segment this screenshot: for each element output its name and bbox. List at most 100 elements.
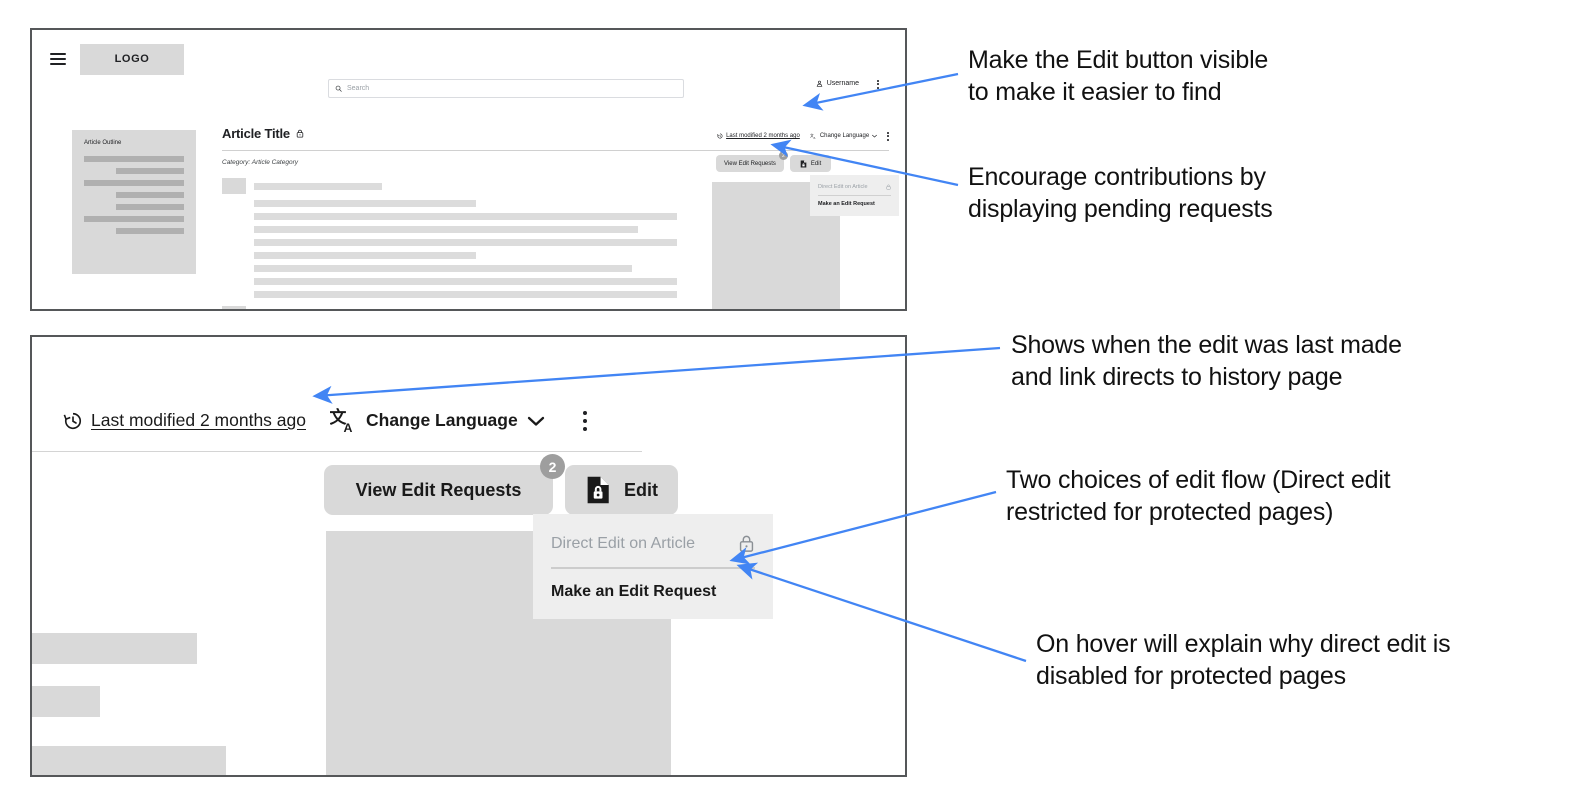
page-title: Article Title	[222, 126, 290, 141]
search-input[interactable]: Search	[328, 79, 684, 98]
pending-requests-badge: 2	[778, 151, 788, 160]
detail-zoom-panel: Last modified 2 months ago 文 A Change La…	[30, 335, 907, 777]
skeleton-thumb	[222, 306, 246, 309]
lock-icon	[739, 535, 754, 552]
detail-meta-bar: Last modified 2 months ago 文 A Change La…	[63, 407, 587, 434]
detail-menu-item-make-request[interactable]: Make an Edit Request	[533, 575, 773, 609]
change-language-button[interactable]: 文 A Change Language	[810, 133, 878, 140]
search-placeholder: Search	[347, 85, 370, 92]
detail-last-modified-link[interactable]: Last modified 2 months ago	[63, 410, 306, 431]
article-more-button[interactable]	[887, 132, 889, 141]
annotation-edit-flow-choices: Two choices of edit flow (Direct edit re…	[1006, 466, 1391, 526]
detail-action-bar: View Edit Requests 2 Edit	[324, 454, 678, 515]
detail-last-modified-label: Last modified 2 months ago	[91, 410, 306, 430]
last-modified-link[interactable]: Last modified 2 months ago	[717, 133, 800, 139]
skeleton-row	[222, 178, 677, 194]
article-divider	[222, 150, 889, 151]
skeleton-row	[222, 239, 677, 246]
article-outline-sidebar: Article Outline	[72, 130, 196, 274]
detail-menu-divider	[551, 567, 755, 569]
detail-skeleton-line	[32, 633, 197, 664]
article-main: Article Title Last modified 2 months ago	[222, 126, 899, 309]
skeleton-line	[254, 278, 677, 285]
edit-dropdown-menu: Direct Edit on Article Make an Edit Requ…	[810, 175, 899, 216]
svg-text:A: A	[813, 136, 815, 140]
translate-icon: 文 A	[810, 133, 816, 140]
skeleton-line	[254, 182, 382, 190]
edit-button[interactable]: Edit	[789, 155, 832, 172]
skeleton-line	[254, 200, 476, 207]
hamburger-icon[interactable]	[50, 53, 66, 65]
detail-divider	[32, 451, 642, 452]
more-vertical-icon	[877, 80, 879, 89]
lock-icon	[296, 129, 304, 138]
outline-row	[116, 204, 184, 210]
outline-row	[84, 156, 184, 162]
article-action-bar: View Edit Requests 2 Edit	[716, 151, 832, 172]
search-icon	[335, 85, 342, 92]
detail-edit-dropdown-menu: Direct Edit on Article Make an Edit Requ…	[533, 514, 773, 619]
detail-view-edit-requests-button[interactable]: View Edit Requests 2	[324, 454, 565, 515]
detail-more-button[interactable]	[582, 410, 587, 431]
svg-text:A: A	[344, 421, 353, 434]
logo: LOGO	[80, 43, 184, 75]
skeleton-row	[222, 213, 677, 220]
skeleton-line	[254, 252, 476, 259]
wireframe-annotation-canvas: LOGO Search Username Article Outline Art…	[0, 0, 1572, 812]
translate-icon: 文 A	[330, 407, 353, 434]
user-menu[interactable]: Username	[816, 80, 859, 87]
more-vertical-icon	[582, 410, 587, 415]
outline-row	[84, 180, 184, 186]
skeleton-line	[254, 311, 382, 312]
person-icon	[816, 80, 823, 87]
chevron-down-icon	[527, 416, 544, 426]
skeleton-thumb	[222, 178, 246, 194]
detail-change-language-button[interactable]: 文 A Change Language	[330, 407, 545, 434]
skeleton-line	[254, 239, 677, 246]
menu-item-make-request[interactable]: Make an Edit Request	[810, 197, 899, 211]
menu-item-direct-edit[interactable]: Direct Edit on Article	[810, 180, 899, 194]
username-label: Username	[826, 80, 859, 87]
detail-change-language-label: Change Language	[366, 410, 518, 430]
skeleton-row	[222, 291, 677, 298]
outline-row	[116, 228, 184, 234]
detail-menu-item-direct-edit-label: Direct Edit on Article	[551, 534, 696, 552]
annotation-hover-explain: On hover will explain why direct edit is…	[1036, 630, 1451, 690]
detail-menu-item-make-request-label: Make an Edit Request	[551, 582, 717, 600]
view-edit-requests-label: View Edit Requests	[724, 160, 776, 167]
detail-menu-item-direct-edit[interactable]: Direct Edit on Article	[533, 526, 773, 561]
outline-row	[116, 168, 184, 174]
skeleton-row	[222, 200, 677, 207]
detail-skeleton-line	[32, 746, 226, 775]
document-lock-icon	[587, 476, 609, 504]
change-language-label: Change Language	[819, 133, 870, 140]
detail-pending-requests-badge: 2	[540, 454, 565, 479]
edit-button-label: Edit	[810, 160, 822, 167]
skeleton-line	[254, 226, 638, 233]
history-clock-icon	[717, 133, 723, 139]
history-clock-icon	[63, 412, 82, 429]
article-outline-title: Article Outline	[84, 140, 122, 146]
overview-wireframe-panel: LOGO Search Username Article Outline Art…	[30, 28, 907, 311]
skeleton-line	[254, 265, 632, 272]
document-lock-icon	[800, 159, 807, 168]
detail-view-edit-requests-label: View Edit Requests	[355, 479, 522, 500]
view-edit-requests-button[interactable]: View Edit Requests 2	[716, 151, 788, 172]
outline-row	[84, 216, 184, 222]
topbar-more-button[interactable]	[877, 80, 879, 89]
detail-skeleton-line	[32, 686, 100, 717]
annotation-pending-requests: Encourage contributions by displaying pe…	[968, 163, 1273, 223]
lock-icon	[886, 184, 891, 190]
skeleton-row	[222, 306, 677, 312]
annotation-last-modified: Shows when the edit was last made and li…	[1011, 331, 1402, 391]
detail-edit-button[interactable]: Edit	[565, 465, 678, 515]
chevron-down-icon	[872, 135, 878, 138]
article-body-skeleton	[222, 178, 677, 312]
skeleton-row	[222, 265, 677, 272]
outline-row	[116, 192, 184, 198]
skeleton-row	[222, 278, 677, 285]
skeleton-line	[254, 291, 677, 298]
menu-item-direct-edit-label: Direct Edit on Article	[818, 184, 868, 190]
last-modified-label: Last modified 2 months ago	[726, 133, 800, 140]
skeleton-line	[254, 213, 677, 220]
